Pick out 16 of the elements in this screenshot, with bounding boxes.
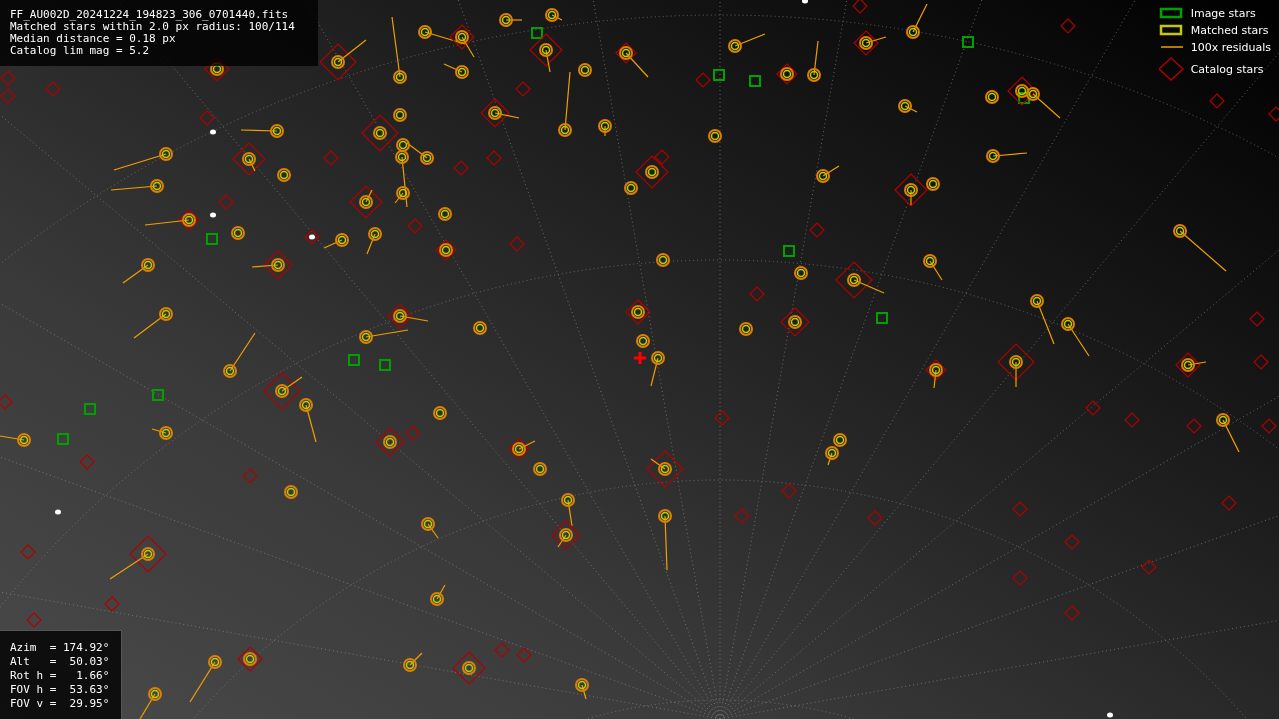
- info-text: Median distance = 0.18 px: [10, 33, 177, 45]
- pointing-text: Rot h = 1.66°: [10, 669, 111, 683]
- matched-star-swatch-icon: [1158, 23, 1185, 37]
- diamond-icon: [1158, 57, 1185, 81]
- info-text: Matched stars within 2.0 px radius: 100/114: [10, 21, 296, 33]
- legend-label: Matched stars: [1190, 23, 1269, 37]
- pointing-text: Alt = 50.03°: [10, 655, 111, 669]
- image-star-swatch-icon: [1158, 6, 1185, 20]
- info-text: FF_AU002D_20241224_194823_306_0701440.fits: [10, 9, 290, 21]
- info-text: Catalog lim mag = 5.2: [10, 45, 151, 57]
- pointing-text: FOV h = 53.63°: [10, 683, 111, 697]
- pointing-text: Azim = 174.92°: [10, 641, 111, 655]
- legend-label: Image stars: [1190, 6, 1256, 20]
- legend-label: Catalog stars: [1190, 62, 1264, 76]
- pointing-text: FOV v = 29.95°: [10, 697, 111, 711]
- legend-label: 100x residuals: [1190, 40, 1271, 54]
